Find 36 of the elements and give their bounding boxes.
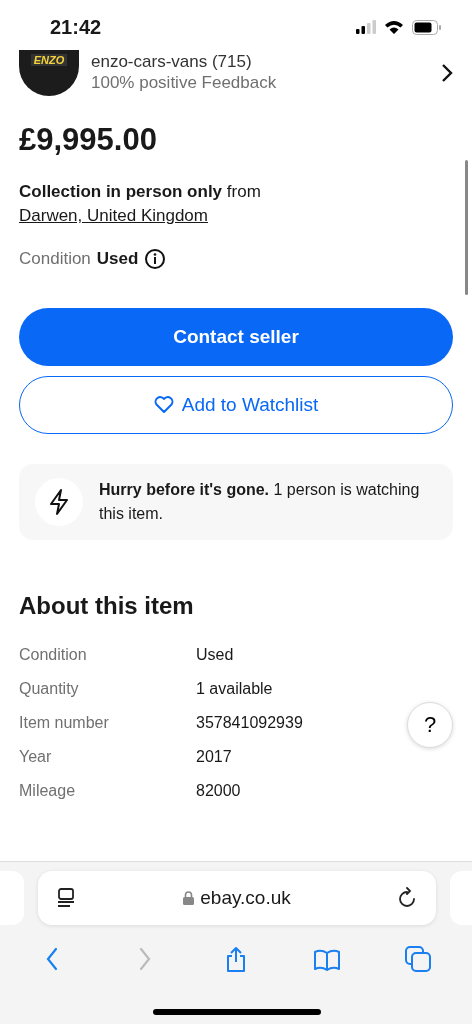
contact-seller-button[interactable]: Contact seller bbox=[19, 308, 453, 366]
lock-icon bbox=[183, 891, 195, 905]
watchlist-button[interactable]: Add to Watchlist bbox=[19, 376, 453, 434]
reader-icon[interactable] bbox=[56, 887, 76, 909]
seller-feedback: 100% positive Feedback bbox=[91, 73, 278, 93]
address-bar[interactable]: ebay.co.uk bbox=[38, 871, 436, 925]
signal-icon bbox=[356, 20, 376, 34]
reload-icon[interactable] bbox=[398, 887, 418, 909]
section-title: About this item bbox=[19, 592, 195, 620]
spec-label: Mileage bbox=[19, 781, 76, 801]
url-text: ebay.co.uk bbox=[200, 887, 291, 909]
spec-label: Quantity bbox=[19, 679, 79, 699]
spec-value: 357841092939 bbox=[196, 713, 303, 733]
battery-icon bbox=[412, 19, 442, 35]
notice-text: Hurry before it's gone. 1 person is watching this item. bbox=[99, 480, 421, 524]
spec-value: Used bbox=[196, 645, 234, 665]
wifi-icon bbox=[384, 20, 404, 34]
seller-logo: ENZO bbox=[30, 54, 68, 66]
spec-label: Year bbox=[19, 747, 52, 767]
spec-label: Condition bbox=[19, 645, 87, 665]
chevron-right-icon[interactable] bbox=[441, 63, 453, 83]
seller-name[interactable]: enzo-cars-vans (715) bbox=[91, 53, 429, 71]
heart-icon bbox=[153, 396, 174, 414]
spec-value: 82000 bbox=[196, 781, 241, 801]
spec-value: 2017 bbox=[196, 747, 232, 767]
item-price: £9,995.00 bbox=[19, 122, 158, 158]
condition-value: Used bbox=[96, 249, 139, 269]
lightning-icon bbox=[48, 488, 70, 516]
info-icon[interactable] bbox=[144, 248, 167, 270]
spec-label: Item number bbox=[19, 713, 109, 733]
help-button[interactable]: ? bbox=[407, 702, 453, 748]
collection-info: Collection in person only from Darwen, United Kingdom bbox=[19, 181, 262, 227]
location-link[interactable]: Darwen, United Kingdom bbox=[19, 206, 208, 225]
condition-label: Condition bbox=[19, 249, 91, 269]
spec-value: 1 available bbox=[196, 679, 273, 699]
status-time: 21:42 bbox=[50, 15, 102, 39]
